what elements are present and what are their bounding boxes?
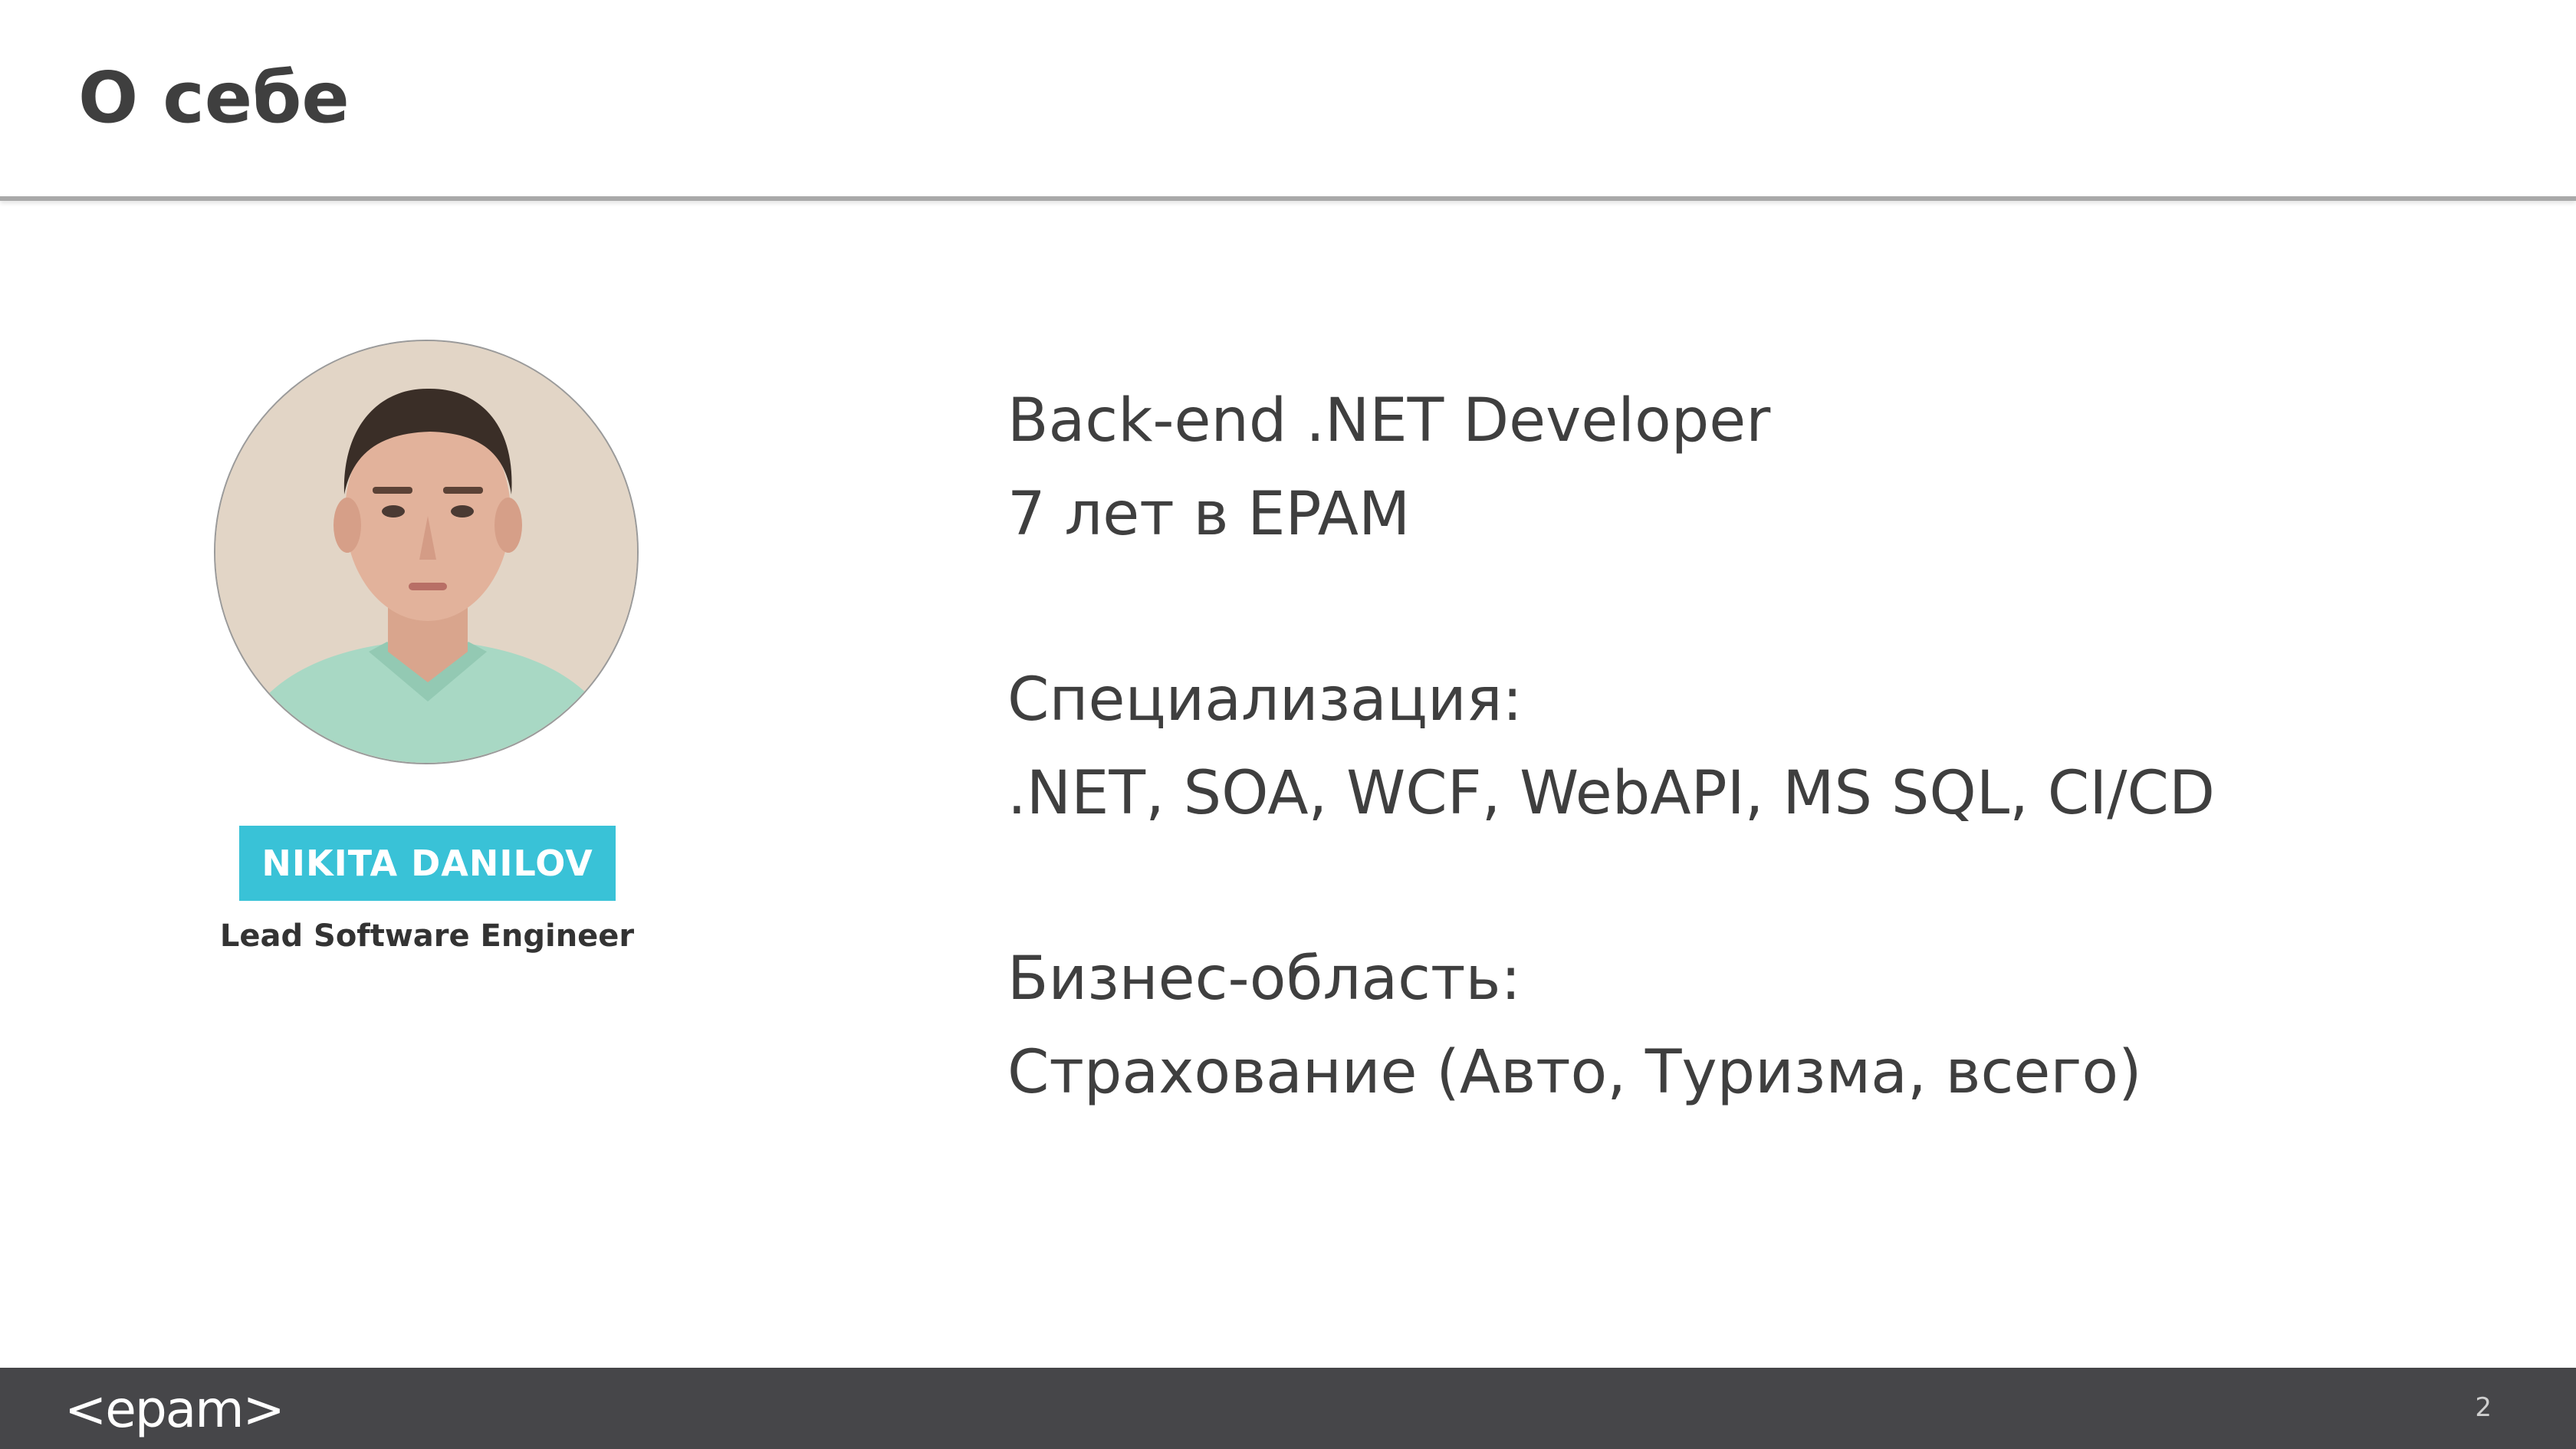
person-portrait-icon: [215, 341, 637, 763]
about-content: Back-end .NET Developer 7 лет в EPAM Спе…: [1007, 374, 2464, 1119]
name-badge: NIKITA DANILOV: [239, 826, 616, 901]
experience-text: 7 лет в EPAM: [1007, 480, 1411, 549]
job-title: Lead Software Engineer: [219, 918, 635, 954]
epam-logo: <epam>: [64, 1379, 285, 1439]
specialization-label: Специализация:: [1007, 665, 1523, 734]
slide-footer: <epam> 2: [0, 1368, 2576, 1449]
position-text: Back-end .NET Developer: [1007, 386, 1771, 455]
specialization-value: .NET, SOA, WCF, WebAPI, MS SQL, CI/CD: [1007, 759, 2216, 828]
header-divider: [0, 196, 2576, 201]
business-label: Бизнес-область:: [1007, 945, 1521, 1014]
business-value: Страхование (Авто, Туризма, всего): [1007, 1038, 2142, 1107]
page-number: 2: [2475, 1392, 2492, 1423]
profile-photo: [214, 340, 639, 764]
slide-header: О себе: [0, 0, 2576, 196]
slide-title: О себе: [78, 57, 350, 139]
